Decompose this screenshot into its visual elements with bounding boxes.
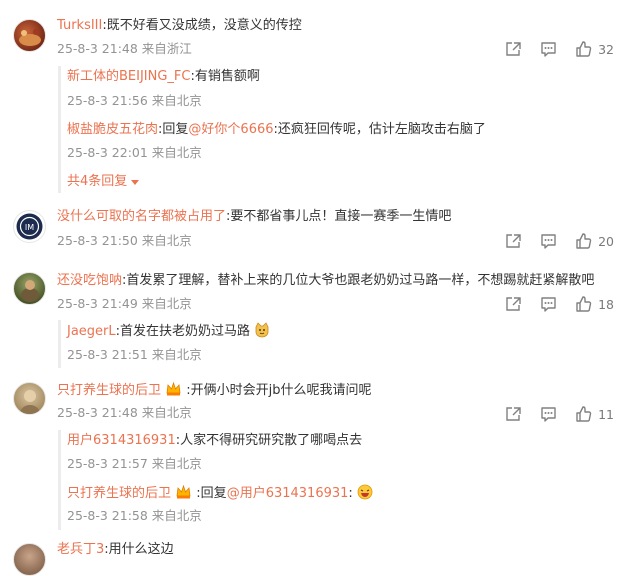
like-count: 18 — [598, 296, 614, 312]
reply-meta: 25-8-3 21:51 来自北京 — [67, 347, 202, 362]
share-button[interactable] — [505, 233, 522, 249]
like-count: 20 — [598, 233, 614, 249]
comment-icon — [541, 407, 556, 422]
reply-divider — [58, 66, 61, 193]
reply-author[interactable]: 新工体的BEIJING_FC — [67, 69, 191, 84]
reply-mention[interactable]: @好你个6666 — [188, 122, 273, 137]
like-button[interactable]: 11 — [575, 406, 614, 422]
comment-actions: 18 — [487, 295, 614, 313]
share-icon — [506, 42, 521, 56]
avatar[interactable] — [13, 382, 46, 415]
comment-meta: 25-8-3 21:50 来自北京 — [57, 233, 192, 248]
reply-divider — [58, 320, 61, 368]
reply-prefix: 回复 — [162, 122, 189, 137]
more-replies-label: 共4条回复 — [67, 174, 128, 189]
like-count: 32 — [598, 41, 614, 57]
comment-text: 既不好看又没成绩，没意义的传控 — [106, 18, 302, 33]
comment-icon — [541, 297, 556, 312]
comment-meta: 25-8-3 21:48 来自北京 — [57, 405, 192, 420]
share-button[interactable] — [505, 296, 522, 312]
comment-author[interactable]: 只打养生球的后卫 — [57, 383, 161, 398]
reply-button[interactable] — [540, 41, 557, 57]
reply-button[interactable] — [540, 233, 557, 249]
avatar[interactable]: IM — [13, 210, 46, 243]
comment-text: 要不都省事儿点！直接一赛季一生情吧 — [230, 209, 452, 224]
comment-text: 用什么这边 — [108, 542, 174, 557]
like-icon — [576, 296, 592, 312]
like-icon — [576, 233, 592, 249]
cat-emoji-icon — [255, 322, 269, 338]
laughing-emoji-icon — [357, 484, 373, 500]
reply-meta: 25-8-3 21:56 来自北京 — [67, 93, 202, 108]
reply-meta: 25-8-3 21:58 来自北京 — [67, 508, 202, 523]
reply-mention[interactable]: @用户6314316931 — [227, 486, 349, 501]
share-icon — [506, 407, 521, 421]
reply-text: 首发在扶老奶奶过马路 — [120, 324, 251, 339]
comment-text: 开俩小时会开jb什么呢我请问呢 — [190, 383, 372, 398]
reply-author[interactable]: JaegerL — [67, 324, 116, 339]
like-icon — [576, 406, 592, 422]
reply-button[interactable] — [540, 406, 557, 422]
reply-text: 有销售额啊 — [194, 69, 260, 84]
comment-author[interactable]: 老兵丁3 — [57, 542, 104, 557]
avatar[interactable] — [13, 543, 46, 576]
reply-author[interactable]: 只打养生球的后卫 — [67, 486, 171, 501]
reply-divider — [58, 430, 61, 530]
reply-prefix: 回复 — [200, 486, 227, 501]
comment-actions: 20 — [487, 232, 614, 250]
comment-icon — [541, 42, 556, 57]
comment-meta: 25-8-3 21:49 来自北京 — [57, 296, 192, 311]
like-button[interactable]: 32 — [575, 41, 614, 57]
more-replies-link[interactable]: 共4条回复 — [67, 173, 140, 191]
share-icon — [506, 297, 521, 311]
share-icon — [506, 234, 521, 248]
like-button[interactable]: 18 — [575, 296, 614, 312]
share-button[interactable] — [505, 41, 522, 57]
reply-meta: 25-8-3 22:01 来自北京 — [67, 145, 202, 160]
like-count: 11 — [598, 406, 614, 422]
comment-author[interactable]: 还没吃饱呐 — [57, 273, 122, 288]
svg-text:IM: IM — [25, 223, 34, 232]
crown-emoji-icon — [176, 484, 191, 499]
reply-author[interactable]: 用户6314316931 — [67, 433, 176, 448]
reply-author[interactable]: 椒盐脆皮五花肉 — [67, 122, 158, 137]
caret-down-icon — [131, 180, 140, 185]
reply-meta: 25-8-3 21:57 来自北京 — [67, 456, 202, 471]
crown-emoji-icon — [166, 381, 181, 396]
comment-icon — [541, 234, 556, 249]
comment-meta: 25-8-3 21:48 来自浙江 — [57, 41, 192, 56]
comment-actions: 11 — [487, 405, 614, 423]
like-button[interactable]: 20 — [575, 233, 614, 249]
reply-button[interactable] — [540, 296, 557, 312]
avatar[interactable] — [13, 272, 46, 305]
comment-author[interactable]: 没什么可取的名字都被占用了 — [57, 209, 226, 224]
comment-author[interactable]: TurksIII — [57, 18, 102, 33]
comment-text: 首发累了理解，替补上来的几位大爷也跟老奶奶过马路一样，不想踢就赶紧解散吧 — [126, 273, 595, 288]
share-button[interactable] — [505, 406, 522, 422]
like-icon — [576, 41, 592, 57]
reply-text: 还疯狂回传呢，估计左脑攻击右脑了 — [277, 122, 486, 137]
avatar[interactable] — [13, 19, 46, 52]
comment-actions: 32 — [487, 40, 614, 58]
reply-text: 人家不得研究研究散了哪喝点去 — [180, 433, 363, 448]
